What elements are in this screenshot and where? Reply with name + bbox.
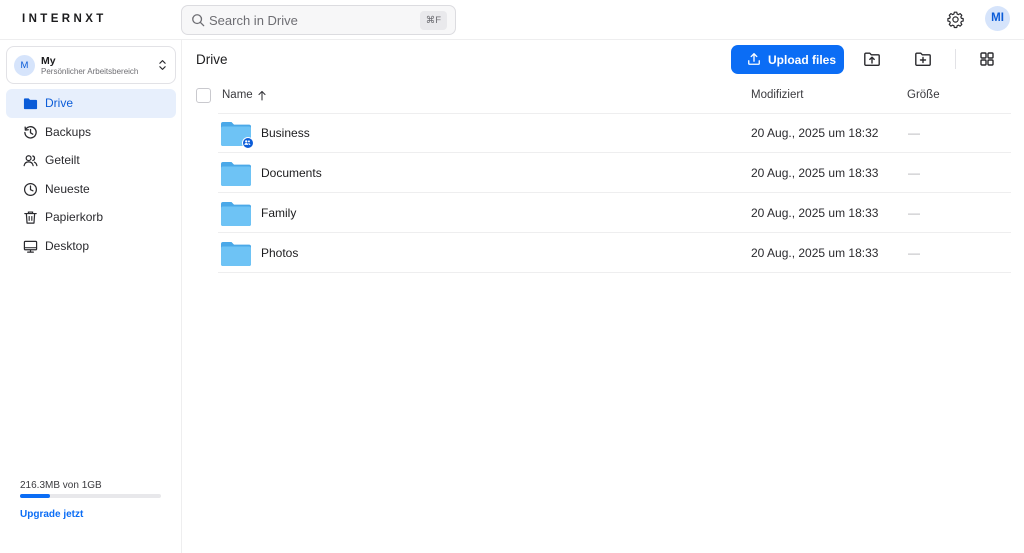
file-name: Photos: [261, 246, 299, 260]
page-title: Drive: [196, 52, 228, 67]
column-header-size[interactable]: Größe: [907, 89, 940, 101]
search-shortcut: ⌘F: [419, 11, 447, 30]
arrow-up-icon[interactable]: [257, 90, 267, 101]
file-size: —: [908, 206, 920, 220]
sidebar-item-desktop[interactable]: Desktop: [6, 232, 176, 261]
select-all-checkbox[interactable]: [196, 88, 211, 103]
workspace-subtitle: Persönlicher Arbeitsbereich: [41, 67, 139, 76]
monitor-icon: [23, 240, 38, 253]
search-input[interactable]: Search in Drive: [209, 13, 298, 28]
search-box[interactable]: Search in Drive ⌘F: [181, 5, 456, 35]
toolbar-divider: [955, 49, 956, 69]
file-list: Business 20 Aug., 2025 um 18:32 — Docume…: [218, 113, 1011, 273]
sidebar-item-backups[interactable]: Backups: [6, 118, 176, 147]
upload-files-label: Upload files: [768, 52, 837, 67]
table-row[interactable]: Family 20 Aug., 2025 um 18:33 —: [218, 193, 1011, 233]
column-header-modified[interactable]: Modifiziert: [751, 89, 803, 101]
users-icon: [23, 155, 38, 167]
table-row[interactable]: Business 20 Aug., 2025 um 18:32 —: [218, 113, 1011, 153]
sidebar-item-recents[interactable]: Neueste: [6, 175, 176, 204]
storage-usage-bar: [20, 494, 161, 498]
workspace-avatar: M: [14, 55, 35, 76]
file-size: —: [908, 246, 920, 260]
workspace-switcher[interactable]: M My Persönlicher Arbeitsbereich: [6, 46, 176, 84]
file-modified: 20 Aug., 2025 um 18:33: [751, 206, 879, 220]
storage-usage-fill: [20, 494, 51, 498]
folder-icon: [221, 242, 251, 266]
trash-icon: [24, 211, 37, 224]
sidebar-item-label: Desktop: [45, 238, 90, 253]
file-name: Family: [261, 206, 297, 220]
storage-usage-text: 216.3MB von 1GB: [20, 480, 102, 491]
file-name: Business: [261, 126, 310, 140]
clock-icon: [23, 182, 38, 196]
user-avatar[interactable]: MI: [985, 6, 1010, 31]
gear-icon[interactable]: [946, 10, 965, 29]
table-row[interactable]: Photos 20 Aug., 2025 um 18:33 —: [218, 233, 1011, 273]
sidebar-item-shared[interactable]: Geteilt: [6, 146, 176, 175]
sidebar: M My Persönlicher Arbeitsbereich Drive B…: [0, 40, 182, 553]
file-name: Documents: [261, 166, 322, 180]
file-modified: 20 Aug., 2025 um 18:32: [751, 126, 879, 140]
file-modified: 20 Aug., 2025 um 18:33: [751, 246, 879, 260]
upload-files-button[interactable]: Upload files: [731, 45, 844, 74]
chevron-up-down-icon: [159, 60, 166, 70]
search-icon: [192, 14, 205, 27]
workspace-name: My: [41, 55, 56, 67]
table-row[interactable]: Documents 20 Aug., 2025 um 18:33 —: [218, 153, 1011, 193]
new-folder-icon[interactable]: [914, 50, 932, 68]
upgrade-link[interactable]: Upgrade jetzt: [20, 509, 83, 520]
sidebar-item-label: Drive: [45, 96, 74, 110]
sidebar-item-label: Papierkorb: [45, 210, 104, 224]
grid-view-icon[interactable]: [978, 50, 996, 68]
folder-icon: [221, 202, 251, 226]
history-icon: [24, 125, 37, 139]
sidebar-nav: Drive Backups Geteilt Neueste Papierkorb…: [6, 89, 176, 260]
file-size: —: [908, 166, 920, 180]
sidebar-item-label: Backups: [45, 124, 92, 139]
upload-folder-icon[interactable]: [863, 50, 881, 68]
top-bar: INTERNXT Search in Drive ⌘F MI: [0, 0, 1024, 40]
sidebar-item-drive[interactable]: Drive: [6, 89, 176, 118]
shared-badge-icon: [242, 137, 254, 149]
sidebar-item-label: Geteilt: [45, 153, 80, 167]
logo[interactable]: INTERNXT: [22, 13, 107, 25]
column-header-name[interactable]: Name: [222, 89, 253, 101]
file-size: —: [908, 126, 920, 140]
folder-icon: [23, 98, 38, 110]
upload-icon: [748, 53, 760, 65]
file-modified: 20 Aug., 2025 um 18:33: [751, 166, 879, 180]
sidebar-item-label: Neueste: [45, 181, 90, 196]
folder-icon: [221, 162, 251, 186]
sidebar-item-trash[interactable]: Papierkorb: [6, 203, 176, 232]
